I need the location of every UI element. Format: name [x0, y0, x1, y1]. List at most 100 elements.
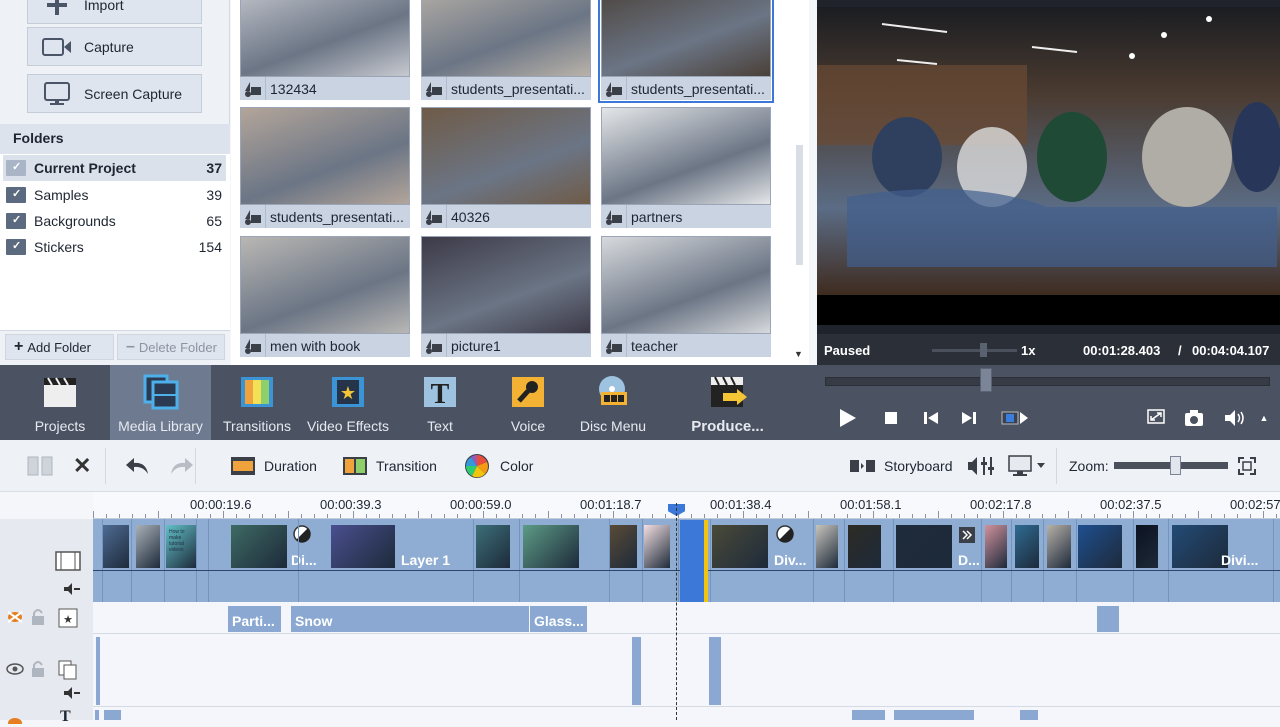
clip-end-marker[interactable]: [704, 520, 708, 602]
video-clip-thumbnail[interactable]: [985, 525, 1007, 568]
video-clip-thumbnail[interactable]: [136, 525, 160, 568]
effect-clip[interactable]: [1097, 606, 1119, 632]
split-button[interactable]: [27, 453, 53, 479]
media-item[interactable]: students_presentati...: [240, 107, 410, 228]
audio-mute-icon[interactable]: [64, 583, 80, 598]
tab-voice[interactable]: Voice: [498, 365, 558, 440]
lock-icon[interactable]: [30, 608, 46, 629]
media-item[interactable]: 40326: [421, 107, 591, 228]
video-clip-thumbnail[interactable]: [476, 525, 510, 568]
video-clip-thumbnail[interactable]: [1172, 525, 1228, 568]
visibility-off-icon[interactable]: [6, 610, 24, 627]
video-clip-thumbnail[interactable]: [896, 525, 952, 568]
tab-transitions[interactable]: Transitions: [218, 365, 296, 440]
folder-current-project[interactable]: Current Project 37: [3, 155, 226, 181]
effect-clip[interactable]: Parti...: [228, 606, 281, 632]
color-transition-icon[interactable]: [293, 525, 311, 546]
import-button[interactable]: Import: [27, 0, 202, 24]
tab-projects[interactable]: Projects: [20, 365, 100, 440]
delete-folder-button[interactable]: – Delete Folder: [117, 334, 225, 360]
tab-video-effects[interactable]: ★ Video Effects: [306, 365, 390, 440]
volume-expand-arrow-icon[interactable]: ▲: [1253, 407, 1275, 429]
tab-text[interactable]: T Text: [410, 365, 470, 440]
next-button[interactable]: [958, 407, 980, 429]
folder-backgrounds[interactable]: Backgrounds 65: [3, 208, 226, 234]
ruler-label: 00:00:59.0: [450, 497, 512, 512]
text-clip[interactable]: [1020, 710, 1038, 720]
produce-button[interactable]: Produce...: [680, 365, 775, 440]
video-preview[interactable]: [817, 7, 1280, 295]
video-clip-thumbnail[interactable]: [331, 525, 395, 568]
snapshot-button[interactable]: [1183, 407, 1205, 429]
screen-capture-button[interactable]: Screen Capture: [27, 74, 202, 113]
color-transition-icon[interactable]: [776, 525, 794, 546]
video-clip-thumbnail[interactable]: [102, 525, 129, 568]
media-item[interactable]: partners: [601, 107, 771, 228]
capture-button[interactable]: Capture: [27, 27, 202, 66]
overlay-clip[interactable]: [96, 637, 100, 705]
timeline-ruler[interactable]: 00:00:19.6 00:00:39.3 00:00:59.0 00:01:18.7…: [93, 492, 1280, 519]
fullscreen-button[interactable]: [1145, 407, 1167, 429]
video-clip-thumbnail[interactable]: [609, 525, 637, 568]
storyboard-button[interactable]: Storyboard: [850, 453, 952, 479]
overlay-clip[interactable]: [709, 637, 721, 705]
video-clip-thumbnail[interactable]: [712, 525, 768, 568]
audio-mixer-button[interactable]: [967, 453, 997, 479]
previous-button[interactable]: [920, 407, 942, 429]
video-clip-thumbnail[interactable]: [848, 525, 881, 568]
media-item[interactable]: teacher: [601, 236, 771, 357]
add-folder-button[interactable]: + Add Folder: [5, 334, 114, 360]
frame-step-button[interactable]: [1000, 407, 1030, 429]
effect-clip[interactable]: Snow: [291, 606, 529, 632]
delete-button[interactable]: ✕: [73, 453, 91, 479]
lock-icon[interactable]: [30, 660, 46, 681]
display-mode-dropdown[interactable]: [1008, 453, 1050, 479]
zoom-slider-thumb[interactable]: [1170, 456, 1181, 475]
video-clip-thumbnail[interactable]: [816, 525, 838, 568]
scroll-down-arrow-icon[interactable]: ▼: [794, 349, 803, 359]
volume-button[interactable]: [1224, 407, 1246, 429]
transition-icon[interactable]: [959, 527, 975, 546]
text-clip[interactable]: [894, 710, 974, 720]
video-clip-thumbnail[interactable]: [644, 525, 670, 568]
duration-button[interactable]: Duration: [230, 453, 317, 479]
effect-clip[interactable]: Glass...: [530, 606, 587, 632]
video-clip-thumbnail[interactable]: [1015, 525, 1039, 568]
transition-button[interactable]: Transition: [342, 453, 437, 479]
media-item[interactable]: students_presentati...: [598, 0, 774, 103]
text-clip[interactable]: [852, 710, 885, 720]
folder-samples[interactable]: Samples 39: [3, 182, 226, 208]
tab-media-library[interactable]: Media Library: [110, 365, 211, 440]
seek-bar-thumb[interactable]: [980, 368, 992, 392]
video-clip-thumbnail[interactable]: [1136, 525, 1158, 568]
media-thumbnail: [240, 107, 410, 205]
play-button[interactable]: [836, 407, 858, 429]
overlay-clip[interactable]: [632, 637, 641, 705]
tab-disc-menu[interactable]: Disc Menu: [578, 365, 648, 440]
video-clip-thumbnail[interactable]: [523, 525, 579, 568]
media-item[interactable]: 132434: [240, 0, 410, 100]
text-clip[interactable]: [104, 710, 121, 720]
text-clip[interactable]: [95, 710, 99, 720]
media-item[interactable]: students_presentati...: [421, 0, 591, 100]
eye-icon[interactable]: [6, 663, 24, 678]
clip-divider: [710, 519, 711, 602]
video-clip-thumbnail[interactable]: [231, 525, 287, 568]
speed-slider-thumb[interactable]: [980, 343, 987, 357]
speed-slider[interactable]: [932, 349, 1017, 352]
selected-clip[interactable]: [680, 520, 706, 602]
stop-button[interactable]: [880, 407, 902, 429]
media-item[interactable]: picture1: [421, 236, 591, 357]
undo-button[interactable]: [124, 453, 152, 479]
seek-bar[interactable]: [825, 377, 1270, 386]
folder-name: Backgrounds: [34, 213, 116, 229]
media-scrollbar-thumb[interactable]: [796, 145, 803, 265]
audio-mute-icon[interactable]: [64, 687, 80, 702]
folder-stickers[interactable]: Stickers 154: [3, 234, 226, 260]
media-item[interactable]: men with book: [240, 236, 410, 357]
video-clip-thumbnail[interactable]: [1078, 525, 1122, 568]
redo-button[interactable]: [167, 453, 195, 479]
color-button[interactable]: Color: [464, 453, 533, 479]
fit-to-window-button[interactable]: [1237, 453, 1257, 479]
video-clip-thumbnail[interactable]: [1047, 525, 1071, 568]
